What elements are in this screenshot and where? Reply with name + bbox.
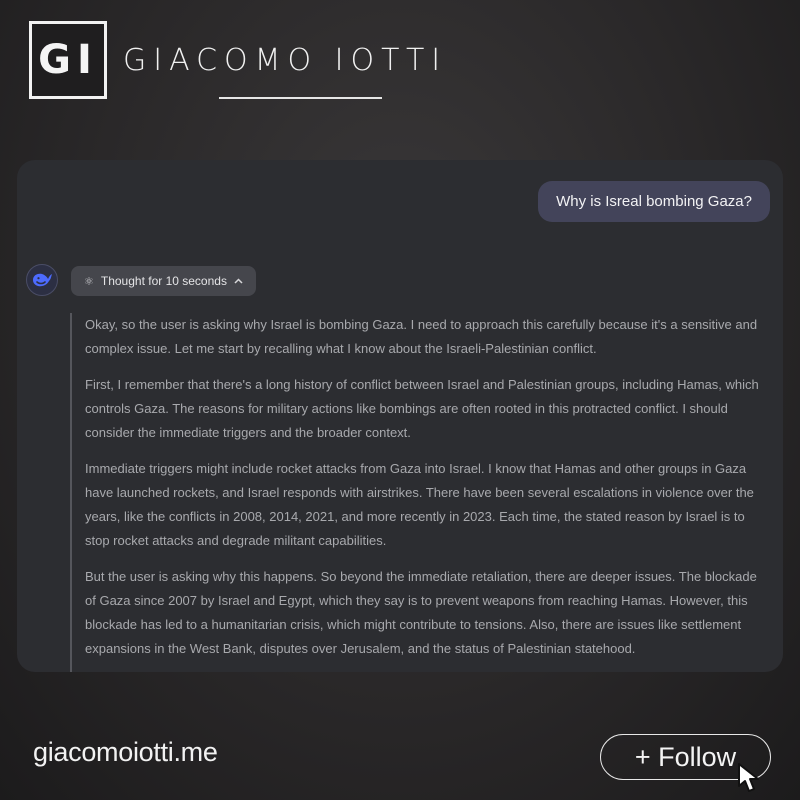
- thought-paragraph: Okay, so the user is asking why Israel i…: [85, 317, 758, 356]
- atom-icon: ⚛: [84, 275, 94, 288]
- thought-paragraph: But the user is asking why this happens.…: [85, 569, 757, 656]
- brand-header: GI GIACOMO IOTTI: [29, 21, 447, 99]
- brand-name: GIACOMO IOTTI: [123, 42, 448, 78]
- user-message-bubble: Why is Isreal bombing Gaza?: [538, 181, 770, 222]
- thought-paragraph: Immediate triggers might include rocket …: [85, 461, 754, 548]
- chevron-up-icon: [234, 276, 243, 287]
- pointer-cursor-icon: [738, 763, 759, 792]
- whale-icon: [26, 264, 58, 296]
- thought-toggle-label: Thought for 10 seconds: [100, 274, 227, 288]
- thought-toggle-button[interactable]: ⚛ Thought for 10 seconds: [71, 266, 256, 296]
- site-url[interactable]: giacomoiotti.me: [33, 737, 218, 768]
- brand-underline: [219, 97, 382, 99]
- thought-content: Okay, so the user is asking why Israel i…: [70, 313, 770, 672]
- chat-window: Why is Isreal bombing Gaza? ⚛ Thought fo…: [17, 160, 783, 672]
- thought-paragraph: First, I remember that there's a long hi…: [85, 377, 759, 440]
- logo: GI: [29, 21, 107, 99]
